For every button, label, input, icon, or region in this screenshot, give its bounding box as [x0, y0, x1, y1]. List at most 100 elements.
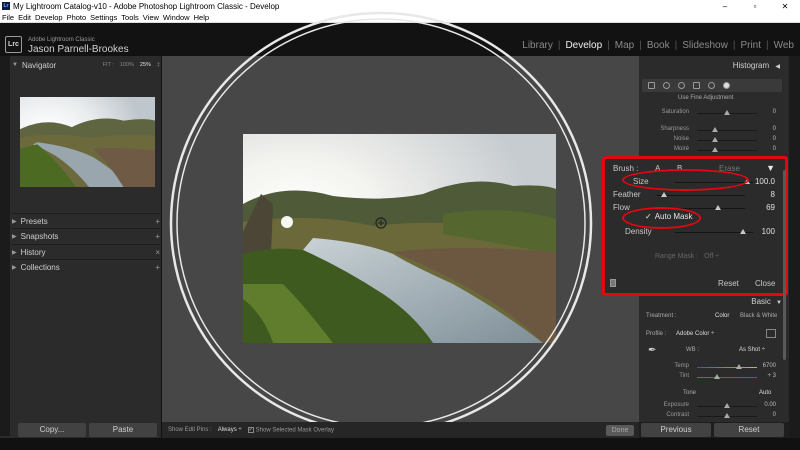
adjustment-brush-icon[interactable] — [723, 82, 730, 89]
contrast-slider[interactable]: Contrast 0 — [642, 411, 780, 421]
moire-value[interactable]: 0 — [773, 146, 776, 152]
edit-pins-select[interactable]: Always ÷ — [218, 427, 242, 433]
density-value[interactable]: 100 — [762, 227, 775, 236]
exposure-slider[interactable]: Exposure 0.00 — [642, 401, 780, 411]
zoom-100[interactable]: 100% — [120, 62, 134, 68]
feather-value[interactable]: 8 — [771, 190, 775, 199]
size-value[interactable]: 100.0 — [755, 177, 775, 186]
slider-thumb[interactable] — [714, 374, 720, 379]
collapse-triangle-icon[interactable]: ▼ — [766, 163, 775, 173]
brush-density-slider[interactable]: Density 100 — [605, 226, 783, 238]
slider-track[interactable] — [697, 150, 757, 151]
slider-thumb[interactable] — [740, 229, 746, 234]
module-print[interactable]: Print — [740, 40, 761, 51]
graduated-filter-icon[interactable] — [693, 82, 700, 89]
red-eye-icon[interactable] — [678, 82, 685, 89]
right-panel-scrollbar[interactable] — [783, 170, 786, 360]
tint-value[interactable]: + 3 — [767, 373, 776, 379]
tint-slider[interactable]: Tint + 3 — [642, 372, 780, 382]
panel-presets[interactable]: ▶ Presets + — [12, 213, 160, 228]
white-balance-eyedropper-icon[interactable]: ✒ — [648, 345, 660, 357]
minimize-button[interactable]: – — [710, 2, 740, 11]
treatment-color-option[interactable]: Color — [715, 313, 729, 319]
menu-view[interactable]: View — [143, 13, 159, 22]
close-window-button[interactable]: ✕ — [770, 2, 800, 11]
slider-thumb[interactable] — [712, 127, 718, 132]
panel-history[interactable]: ▶ History × — [12, 244, 160, 259]
zoom-25[interactable]: 25% — [140, 62, 151, 68]
profile-select[interactable]: Adobe Color ÷ — [676, 331, 714, 337]
slider-thumb[interactable] — [724, 413, 730, 418]
slider-thumb[interactable] — [712, 147, 718, 152]
add-snapshot-icon[interactable]: + — [155, 232, 160, 241]
clear-history-icon[interactable]: × — [155, 248, 160, 257]
brush-close-button[interactable]: Close — [755, 279, 775, 288]
sharpness-slider[interactable]: Sharpness 0 — [642, 125, 780, 135]
brush-reset-button[interactable]: Reset — [718, 279, 739, 288]
add-collection-icon[interactable]: + — [155, 263, 160, 272]
wb-select[interactable]: As Shot ÷ — [739, 347, 765, 353]
slider-thumb[interactable] — [736, 364, 742, 369]
menu-photo[interactable]: Photo — [67, 13, 87, 22]
menu-develop[interactable]: Develop — [35, 13, 63, 22]
saturation-slider[interactable]: Saturation 0 — [642, 108, 780, 118]
slider-track[interactable] — [697, 367, 757, 368]
menu-edit[interactable]: Edit — [18, 13, 31, 22]
menu-file[interactable]: File — [2, 13, 14, 22]
module-web[interactable]: Web — [774, 40, 794, 51]
paste-button[interactable]: Paste — [89, 423, 157, 437]
flow-value[interactable]: 69 — [766, 203, 775, 212]
previous-button[interactable]: Previous — [641, 423, 711, 437]
spot-removal-icon[interactable] — [663, 82, 670, 89]
fine-adjustment-toggle[interactable]: Use Fine Adjustment — [678, 95, 733, 101]
temp-value[interactable]: 6700 — [763, 363, 776, 369]
noise-value[interactable]: 0 — [773, 136, 776, 142]
brush-switch-icon[interactable] — [610, 279, 616, 287]
module-slideshow[interactable]: Slideshow — [682, 40, 728, 51]
navigator-header[interactable]: ▼ Navigator FIT : 100% 25% ‡ — [12, 59, 160, 71]
panel-collections[interactable]: ▶ Collections + — [12, 259, 160, 274]
slider-track[interactable] — [697, 130, 757, 131]
maximize-button[interactable]: ▫ — [740, 2, 770, 11]
filmstrip-bar[interactable] — [0, 438, 800, 450]
sharpness-value[interactable]: 0 — [773, 126, 776, 132]
slider-thumb[interactable] — [712, 137, 718, 142]
range-mask-value[interactable]: Off ÷ — [704, 253, 719, 260]
left-panel-edge[interactable] — [0, 56, 10, 436]
slider-track[interactable] — [657, 195, 745, 196]
treatment-bw-option[interactable]: Black & White — [740, 313, 777, 319]
menu-tools[interactable]: Tools — [121, 13, 139, 22]
slider-track[interactable] — [697, 377, 757, 378]
zoom-more[interactable]: ‡ — [157, 62, 160, 68]
crop-tool-icon[interactable] — [648, 82, 655, 89]
contrast-value[interactable]: 0 — [773, 412, 776, 418]
tone-auto-button[interactable]: Auto — [759, 390, 771, 396]
basic-panel-header[interactable]: Basic ▼ — [751, 297, 782, 306]
zoom-fit[interactable]: FIT : — [103, 62, 114, 68]
menu-settings[interactable]: Settings — [90, 13, 117, 22]
range-mask-select[interactable]: Range Mask : Off ÷ — [655, 253, 719, 260]
slider-track[interactable] — [697, 140, 757, 141]
saturation-value[interactable]: 0 — [773, 109, 776, 115]
navigator-preview[interactable] — [20, 97, 155, 187]
copy-button[interactable]: Copy... — [18, 423, 86, 437]
done-button[interactable]: Done — [606, 425, 634, 436]
reset-button[interactable]: Reset — [714, 423, 784, 437]
slider-thumb[interactable] — [724, 403, 730, 408]
noise-slider[interactable]: Noise 0 — [642, 135, 780, 145]
right-panel-edge[interactable] — [789, 56, 800, 438]
histogram-header[interactable]: Histogram ◀ — [733, 61, 780, 70]
add-preset-icon[interactable]: + — [155, 217, 160, 226]
slider-thumb[interactable] — [724, 110, 730, 115]
temp-slider[interactable]: Temp 6700 — [642, 362, 780, 372]
mask-overlay-checkbox[interactable]: ✓ — [247, 426, 254, 433]
radial-filter-icon[interactable] — [708, 82, 715, 89]
mask-overlay-toggle[interactable]: ✓ Show Selected Mask Overlay — [247, 426, 334, 433]
moire-slider[interactable]: Moiré 0 — [642, 145, 780, 155]
slider-thumb[interactable] — [714, 205, 721, 210]
profile-browser-icon[interactable] — [766, 329, 776, 338]
panel-snapshots[interactable]: ▶ Snapshots + — [12, 228, 160, 243]
slider-thumb[interactable] — [661, 192, 668, 197]
module-book[interactable]: Book — [647, 40, 670, 51]
exposure-value[interactable]: 0.00 — [764, 402, 776, 408]
